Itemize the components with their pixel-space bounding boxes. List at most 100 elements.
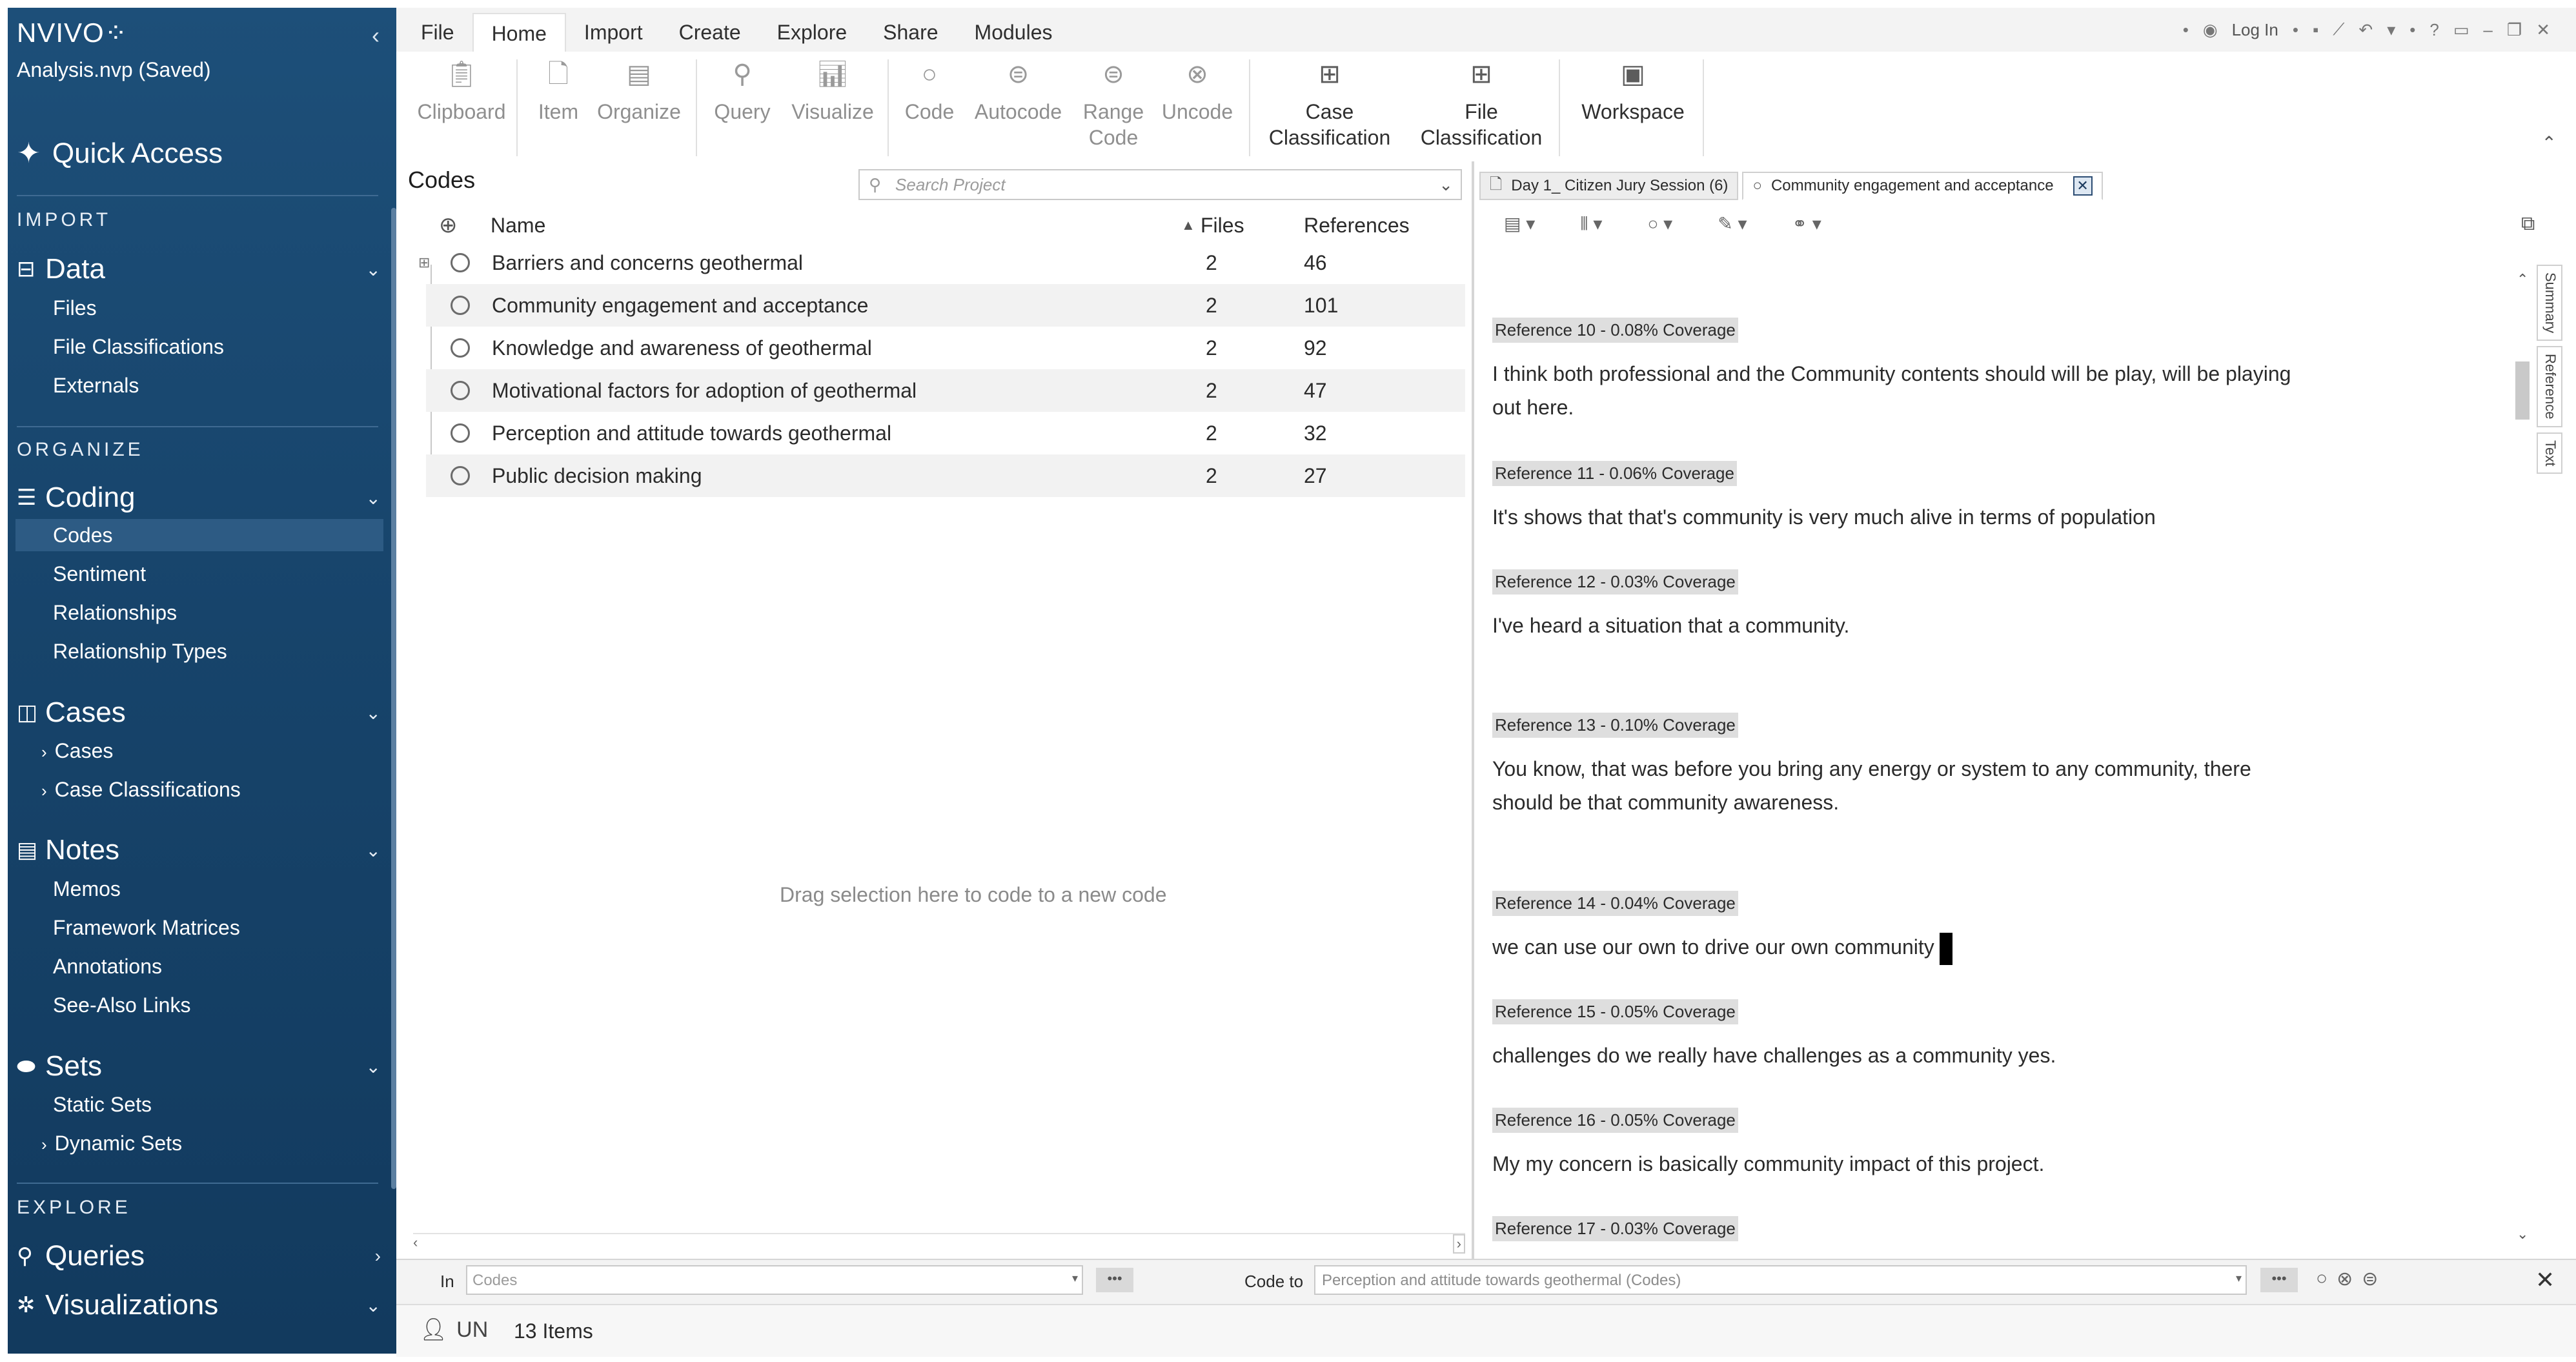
help-icon[interactable]: ? [2429, 20, 2439, 40]
sidebar-item-file-classifications[interactable]: File Classifications [53, 330, 224, 363]
scroll-down-icon[interactable]: ⌄ [2517, 1226, 2528, 1243]
search-project-input[interactable]: ⚲ Search Project ⌄ [858, 169, 1462, 200]
sidebar-item-cases[interactable]: › Cases [41, 735, 113, 767]
table-row[interactable]: Motivational factors for adoption of geo… [426, 369, 1465, 412]
sidebar-scrollbar[interactable] [391, 208, 396, 1189]
visualize-button[interactable]: 📊︎ Visualize [787, 61, 878, 125]
column-header-files[interactable]: Files [1201, 214, 1244, 238]
in-scope-select[interactable]: Codes ▾ [466, 1265, 1083, 1295]
column-header-references[interactable]: References [1304, 214, 1410, 238]
table-row[interactable]: Perception and attitude towards geotherm… [426, 412, 1465, 454]
login-link[interactable]: Log In [2232, 20, 2278, 40]
restore-icon[interactable]: ❐ [2507, 20, 2522, 40]
column-header-name[interactable]: Name [491, 214, 545, 238]
sidebar-item-dynamic-sets[interactable]: › Dynamic Sets [41, 1127, 182, 1159]
browse-code-button[interactable]: ••• [2260, 1268, 2298, 1292]
code-circle-icon[interactable]: ○ ▾ [1647, 213, 1672, 235]
side-tab-text[interactable]: Text [2537, 432, 2562, 474]
code-button[interactable]: ○ Code [897, 61, 962, 125]
undock-icon[interactable]: ⧉ [2521, 213, 2535, 235]
sidebar-item-relationship-types[interactable]: Relationship Types [53, 635, 227, 667]
reference-text[interactable]: I've heard a situation that a community. [1492, 609, 2306, 642]
expand-icon[interactable]: ⊞ [418, 254, 430, 271]
scroll-up-icon[interactable]: ⌃ [2517, 271, 2528, 288]
close-icon[interactable]: ✕ [2536, 20, 2550, 40]
autocode-button[interactable]: ⊜ Autocode [968, 61, 1068, 125]
edit-icon[interactable]: ⟋ [2333, 19, 2344, 40]
menu-modules[interactable]: Modules [957, 13, 1071, 52]
workspace-button[interactable]: ▣ Workspace [1568, 61, 1698, 125]
dropdown-icon[interactable]: ▾ [2387, 20, 2395, 40]
reference-text[interactable]: challenges do we really have challenges … [1492, 1039, 2306, 1072]
reference-text[interactable]: I think both professional and the Commun… [1492, 357, 2306, 424]
code-to-select[interactable]: Perception and attitude towards geotherm… [1314, 1265, 2247, 1295]
item-button[interactable]: 🗋︎ Item [529, 61, 587, 125]
tab-community-engagement[interactable]: ○ Community engagement and acceptance ✕ [1742, 172, 2103, 200]
highlight-icon[interactable]: ✎ ▾ [1718, 213, 1747, 235]
drag-drop-hint[interactable]: Drag selection here to code to a new cod… [780, 883, 1166, 907]
pane-splitter[interactable] [1472, 161, 1474, 1259]
group-sets[interactable]: ⬬ Sets ⌄ [17, 1048, 385, 1084]
sidebar-item-sentiment[interactable]: Sentiment [53, 558, 146, 590]
group-cases[interactable]: ◫ Cases ⌄ [17, 695, 385, 731]
annotation-icon[interactable]: ▤ ▾ [1504, 213, 1535, 235]
menu-share[interactable]: Share [865, 13, 956, 52]
sidebar-item-annotations[interactable]: Annotations [53, 950, 162, 982]
undo-icon[interactable]: ↶ [2358, 20, 2373, 40]
scroll-thumb[interactable] [2515, 361, 2530, 420]
sidebar-item-files[interactable]: Files [53, 292, 97, 324]
minimize-icon[interactable]: – [2483, 20, 2492, 40]
browse-scope-button[interactable]: ••• [1096, 1268, 1133, 1292]
close-quick-coding-icon[interactable]: ✕ [2535, 1266, 2555, 1294]
organize-button[interactable]: ▤ Organize [594, 61, 684, 125]
sidebar-item-see-also-links[interactable]: See-Also Links [53, 989, 190, 1021]
feedback-icon[interactable]: ▭ [2453, 20, 2470, 40]
quick-access-link[interactable]: ✦ Quick Access [17, 137, 223, 170]
range-code-button[interactable]: ⊜ Range Code [1078, 61, 1149, 150]
group-notes[interactable]: ▤ Notes ⌄ [17, 832, 385, 868]
sidebar-item-codes[interactable]: Codes [15, 519, 383, 551]
uncode-button[interactable]: ⊗ Uncode [1155, 61, 1239, 125]
group-visualizations[interactable]: ✲ Visualizations ⌄ [17, 1287, 385, 1323]
clipboard-button[interactable]: 📋︎ Clipboard [413, 61, 510, 125]
menu-create[interactable]: Create [661, 13, 759, 52]
sidebar-item-framework-matrices[interactable]: Framework Matrices [53, 911, 240, 944]
link-icon[interactable]: ⚭ ▾ [1792, 213, 1821, 235]
sidebar-item-memos[interactable]: Memos [53, 873, 121, 905]
close-tab-icon[interactable]: ✕ [2073, 176, 2093, 196]
query-button[interactable]: ⚲ Query [704, 61, 781, 125]
sidebar-item-case-classifications[interactable]: › Case Classifications [41, 773, 241, 806]
file-classification-button[interactable]: ⊞ File Classification [1410, 61, 1552, 150]
coding-stripes-icon[interactable]: ⦀ ▾ [1580, 213, 1602, 235]
menu-home[interactable]: Home [472, 13, 566, 52]
uncode-selection-icon[interactable]: ⊗ [2337, 1268, 2353, 1290]
tab-day1-citizen-jury[interactable]: 🗋︎ Day 1_ Citizen Jury Session (6) [1479, 172, 1739, 200]
reference-text[interactable]: My my concern is basically community imp… [1492, 1147, 2306, 1181]
codes-horizontal-scrollbar[interactable]: ‹ › [413, 1233, 1465, 1254]
code-in-vivo-icon[interactable]: ⊜ [2362, 1268, 2378, 1290]
table-row[interactable]: ⊞ Barriers and concerns geothermal 2 46 [418, 241, 1465, 284]
side-tab-reference[interactable]: Reference [2537, 346, 2562, 427]
group-data[interactable]: ⊟ Data ⌄ [17, 251, 385, 287]
group-queries[interactable]: ⚲ Queries › [17, 1238, 385, 1274]
menu-import[interactable]: Import [566, 13, 661, 52]
detail-vertical-scrollbar[interactable]: ⌃ ⌄ [2514, 271, 2532, 1243]
table-row[interactable]: Knowledge and awareness of geothermal 2 … [426, 327, 1465, 369]
chevron-down-icon[interactable]: ⌄ [1439, 175, 1453, 195]
menu-explore[interactable]: Explore [759, 13, 866, 52]
table-row[interactable]: Community engagement and acceptance 2 10… [426, 284, 1465, 327]
scroll-left-icon[interactable]: ‹ [413, 1234, 418, 1251]
case-classification-button[interactable]: ⊞ Case Classification [1259, 61, 1401, 150]
sidebar-item-static-sets[interactable]: Static Sets [53, 1088, 152, 1121]
group-coding[interactable]: ☰ Coding ⌄ [17, 480, 385, 516]
reference-text[interactable]: You know, that was before you bring any … [1492, 752, 2306, 819]
reference-text[interactable]: we can use our own to drive our own comm… [1492, 930, 2306, 965]
table-row[interactable]: Public decision making 2 27 [426, 454, 1465, 497]
collapse-sidebar-button[interactable]: ‹ [372, 22, 380, 49]
user-indicator[interactable]: 👤︎ UN [420, 1317, 488, 1343]
menu-file[interactable]: File [403, 13, 472, 52]
save-icon[interactable]: ▪ [2313, 20, 2318, 40]
collapse-ribbon-icon[interactable]: ⌃ [2542, 132, 2557, 154]
sidebar-item-externals[interactable]: Externals [53, 369, 139, 401]
scroll-right-icon[interactable]: › [1452, 1234, 1465, 1254]
